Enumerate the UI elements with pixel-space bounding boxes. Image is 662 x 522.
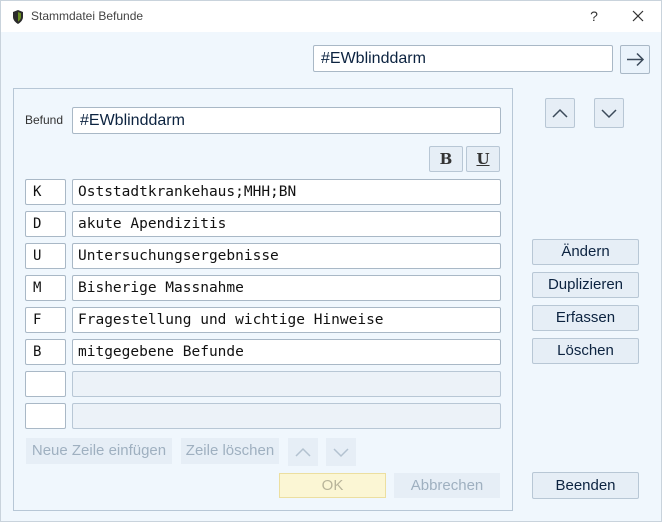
window-title: Stammdatei Befunde [31, 9, 144, 23]
row-code-field[interactable]: B [25, 339, 66, 365]
row-text-field[interactable]: Fragestellung und wichtige Hinweise [72, 307, 501, 333]
befund-label: Befund [25, 113, 64, 127]
next-record-button[interactable] [594, 98, 624, 128]
row-code-field[interactable]: U [25, 243, 66, 269]
close-icon [625, 5, 651, 27]
delete-row-button: Zeile löschen [181, 438, 279, 464]
insert-row-button: Neue Zeile einfügen [26, 438, 172, 464]
previous-record-button[interactable] [545, 98, 575, 128]
befund-input[interactable]: #EWblinddarm [72, 107, 501, 134]
app-shield-icon [11, 9, 25, 25]
bold-button[interactable]: B [429, 146, 463, 172]
row-text-field[interactable]: Untersuchungsergebnisse [72, 243, 501, 269]
row-code-field[interactable]: F [25, 307, 66, 333]
chevron-up-icon [546, 99, 574, 127]
row-code-field[interactable] [25, 371, 66, 397]
chevron-down-icon [595, 99, 623, 127]
cancel-button: Abbrechen [394, 473, 500, 498]
help-button[interactable]: ? [583, 5, 605, 27]
row-text-field [72, 403, 501, 429]
row-text-field[interactable]: mitgegebene Befunde [72, 339, 501, 365]
move-row-down-button [326, 438, 356, 466]
top-search-input[interactable]: #EWblinddarm [313, 45, 613, 72]
row-code-field[interactable]: M [25, 275, 66, 301]
delete-button[interactable]: Löschen [532, 338, 639, 364]
dialog-window: Stammdatei Befunde ? #EWblinddarm Befund… [0, 0, 662, 522]
row-text-field[interactable]: akute Apendizitis [72, 211, 501, 237]
ok-button: OK [279, 473, 386, 498]
row-text-field[interactable]: Oststadtkrankehaus;MHH;BN [72, 179, 501, 205]
underline-button[interactable]: U [466, 146, 500, 172]
duplicate-button[interactable]: Duplizieren [532, 272, 639, 298]
go-button[interactable] [620, 45, 650, 74]
change-button[interactable]: Ändern [532, 239, 639, 265]
move-row-up-button [288, 438, 318, 466]
row-code-field[interactable] [25, 403, 66, 429]
close-button[interactable] [625, 5, 651, 27]
row-text-field[interactable]: Bisherige Massnahme [72, 275, 501, 301]
row-code-field[interactable]: K [25, 179, 66, 205]
exit-button[interactable]: Beenden [532, 472, 639, 499]
chevron-down-icon [327, 439, 355, 465]
title-bar: Stammdatei Befunde ? [1, 1, 661, 32]
create-button[interactable]: Erfassen [532, 305, 639, 331]
chevron-up-icon [289, 439, 317, 465]
row-text-field [72, 371, 501, 397]
row-code-field[interactable]: D [25, 211, 66, 237]
arrow-right-icon [621, 46, 649, 73]
